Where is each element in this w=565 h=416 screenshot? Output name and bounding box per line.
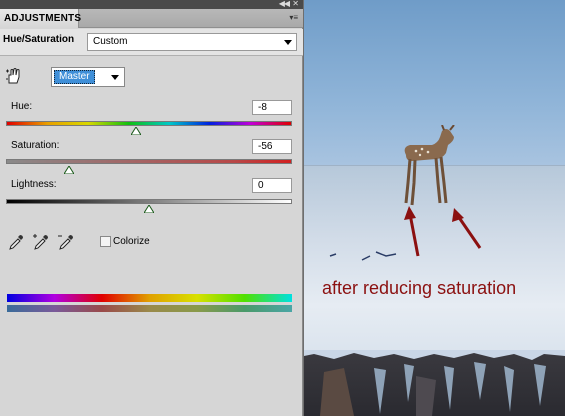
- eyedropper-plus-icon[interactable]: [32, 233, 50, 251]
- preset-value: Custom: [93, 36, 128, 47]
- colorize-label: Colorize: [113, 236, 150, 247]
- panel-tab-bar: ADJUSTMENTS ▾≡: [0, 9, 303, 28]
- eyedropper-icon[interactable]: [7, 233, 25, 251]
- channel-value: Master: [54, 70, 95, 84]
- icicles: [304, 350, 565, 416]
- chevron-down-icon: [111, 75, 119, 80]
- target-hand-icon[interactable]: [5, 67, 23, 85]
- saturation-slider-thumb[interactable]: [63, 166, 74, 174]
- colorize-checkbox[interactable]: [100, 236, 111, 247]
- output-hue-bar: [7, 305, 292, 312]
- input-hue-bar: [7, 294, 292, 302]
- panel-menu-icon[interactable]: ▾≡: [289, 13, 298, 23]
- deer-image: [404, 125, 455, 206]
- hue-input[interactable]: -8: [252, 100, 292, 115]
- adjustment-title: Hue/Saturation: [3, 34, 75, 45]
- collapse-icon[interactable]: ◀◀: [279, 0, 290, 8]
- chevron-down-icon: [284, 40, 292, 45]
- saturation-slider-track[interactable]: [6, 159, 292, 164]
- hue-slider-track[interactable]: [6, 121, 292, 126]
- tab-adjustments[interactable]: ADJUSTMENTS: [0, 9, 81, 28]
- snow-marks: [329, 251, 397, 261]
- annotation-caption: after reducing saturation: [322, 278, 517, 298]
- canvas-image: [304, 0, 565, 416]
- adjustment-header: Hue/Saturation Custom: [0, 29, 303, 56]
- lightness-input[interactable]: 0: [252, 178, 292, 193]
- preset-select[interactable]: Custom: [87, 33, 297, 51]
- channel-select[interactable]: Master: [51, 67, 125, 87]
- panel-top-strip: ◀◀ ✕: [0, 0, 303, 9]
- hue-label: Hue:: [11, 101, 33, 112]
- adjustments-panel: ◀◀ ✕ ADJUSTMENTS ▾≡ Hue/Saturation Custo…: [0, 0, 303, 416]
- close-panel-icon[interactable]: ✕: [292, 0, 299, 8]
- eyedropper-minus-icon[interactable]: [57, 233, 75, 251]
- lightness-slider-thumb[interactable]: [144, 205, 154, 213]
- saturation-input[interactable]: -56: [252, 139, 292, 154]
- saturation-label: Saturation:: [11, 140, 60, 151]
- hue-slider-thumb[interactable]: [131, 127, 142, 135]
- lightness-label: Lightness:: [11, 179, 57, 190]
- icy-cliff: [304, 350, 565, 416]
- lightness-slider-track[interactable]: [6, 199, 292, 204]
